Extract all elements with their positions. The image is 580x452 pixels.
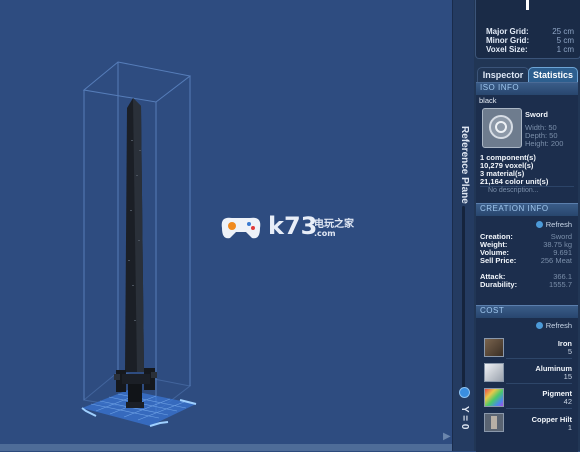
- watermark-main-text: k73: [268, 212, 318, 240]
- sell-price-label: Sell Price:: [480, 256, 517, 265]
- cost-refresh-button[interactable]: Refresh: [535, 321, 572, 330]
- cost-item-amount: 5: [567, 347, 572, 356]
- creation-refresh-button[interactable]: Refresh: [535, 220, 572, 229]
- tab-inspector[interactable]: Inspector: [477, 67, 529, 82]
- watermark-domain-text: .com: [314, 229, 336, 238]
- creation-info-header: CREATION INFO: [476, 203, 578, 216]
- durability-value: 1555.7: [549, 280, 572, 289]
- sell-price-value: 256 Meat: [540, 256, 572, 265]
- cost-item-amount: 1: [567, 423, 572, 432]
- aluminum-block-icon: [484, 363, 504, 382]
- iso-thumbnail: [482, 108, 522, 148]
- viewport-bottom-bar: [0, 444, 452, 451]
- pigment-icon: [484, 388, 504, 407]
- refresh-icon: [535, 221, 543, 228]
- iso-name: black: [479, 96, 497, 105]
- collapse-arrow-icon[interactable]: ▶: [443, 431, 451, 442]
- refresh-icon: [535, 322, 543, 329]
- reference-plane-slider[interactable]: [462, 206, 465, 392]
- durability-label: Durability:: [480, 280, 518, 289]
- iso-item-title: Sword: [525, 110, 548, 119]
- reference-plane-slider-handle[interactable]: [459, 387, 470, 398]
- iso-description: No description...: [488, 187, 539, 194]
- k73-watermark-logo: k73 电玩之家 .com: [216, 210, 376, 250]
- tab-statistics[interactable]: Statistics: [528, 67, 578, 82]
- iso-height: Height: 200: [525, 139, 564, 148]
- grid-marker-icon: [526, 0, 529, 10]
- iron-block-icon: [484, 338, 504, 357]
- iso-info-header: ISO INFO: [476, 83, 578, 95]
- gamepad-logo-icon: [221, 217, 261, 239]
- statistics-panel: ISO INFO black Sword Width: 50 Depth: 50…: [476, 82, 578, 452]
- cost-item-name: Copper Hilt: [531, 415, 572, 424]
- 3d-viewport[interactable]: k73 电玩之家 .com: [0, 0, 452, 451]
- cost-item-amount: 15: [563, 372, 572, 381]
- grid-info-box: Major Grid: 25 cm Minor Grid: 5 cm Voxel…: [475, 0, 580, 59]
- watermark-sub-text: 电玩之家: [314, 219, 354, 230]
- iso-color-units: 21,164 color unit(s): [480, 177, 549, 186]
- sword-model: [114, 98, 157, 408]
- cost-item-amount: 42: [563, 397, 572, 406]
- cost-header: COST: [476, 305, 578, 318]
- copper-hilt-icon: [484, 413, 504, 432]
